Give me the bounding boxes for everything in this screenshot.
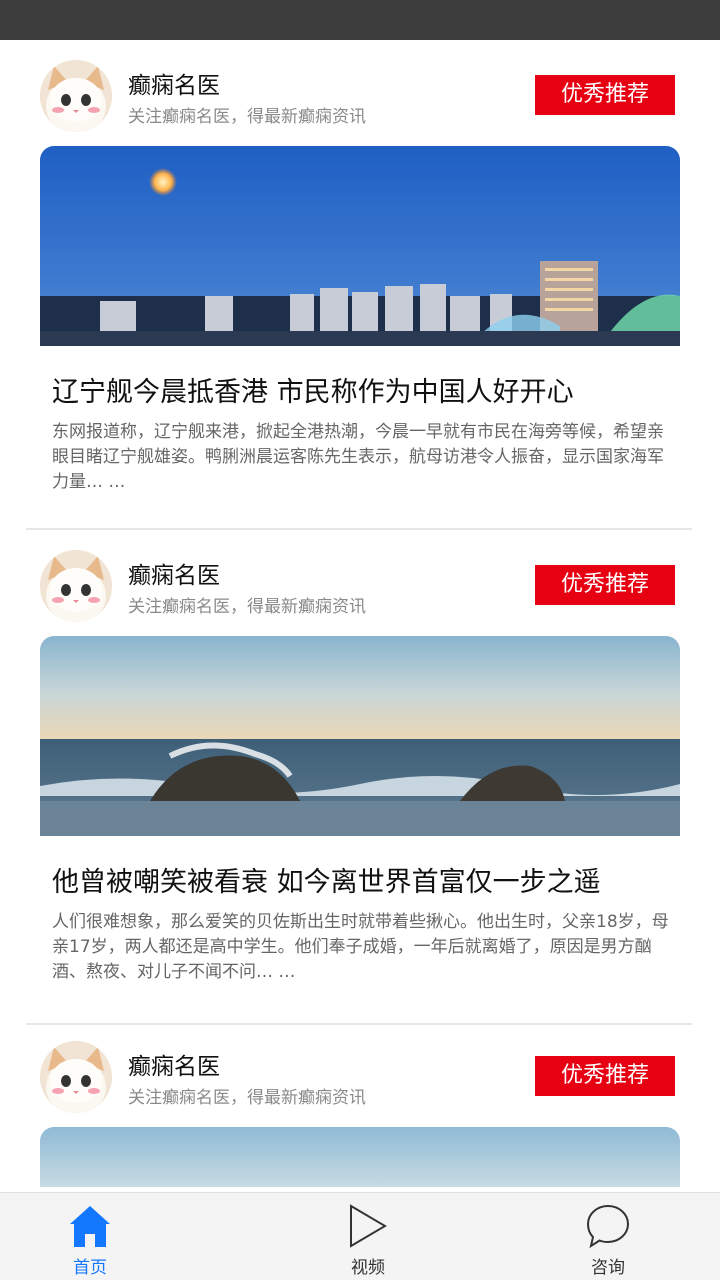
- author-name[interactable]: 癫痫名医: [128, 556, 220, 590]
- news-card[interactable]: 癫痫名医 关注癫痫名医，得最新癫痫资讯 优秀推荐: [0, 40, 720, 530]
- cover-image[interactable]: [40, 636, 680, 836]
- cover-image[interactable]: [40, 1127, 680, 1187]
- news-card[interactable]: 癫痫名医 关注癫痫名医，得最新癫痫资讯 优秀推荐: [0, 530, 720, 1020]
- article-headline[interactable]: 辽宁舰今晨抵香港 市民称作为中国人好开心: [52, 370, 574, 409]
- recommend-badge[interactable]: 优秀推荐: [535, 565, 675, 605]
- avatar[interactable]: [40, 550, 112, 622]
- author-row: 癫痫名医 关注癫痫名医，得最新癫痫资讯 优秀推荐: [40, 60, 680, 132]
- tab-label: 视频: [351, 1258, 385, 1278]
- article-summary: 人们很难想象，那么爱笑的贝佐斯出生时就带着些揪心。他出生时，父亲18岁，母亲17…: [52, 912, 669, 982]
- article-headline[interactable]: 他曾被嘲笑被看衰 如今离世界首富仅一步之遥: [52, 860, 601, 899]
- bottom-tab-bar: 首页 视频 咨询: [0, 1192, 720, 1280]
- play-icon: [350, 1204, 387, 1248]
- news-card[interactable]: 癫痫名医 关注癫痫名医，得最新癫痫资讯 优秀推荐: [0, 1021, 720, 1192]
- author-description: 关注癫痫名医，得最新癫痫资讯: [128, 107, 366, 127]
- status-bar: [0, 0, 720, 40]
- avatar[interactable]: [40, 1041, 112, 1113]
- article-summary: 东网报道称，辽宁舰来港，掀起全港热潮，今晨一早就有市民在海旁等候，希望亲眼目睹辽…: [52, 422, 664, 492]
- tab-label: 首页: [73, 1258, 107, 1278]
- recommend-badge[interactable]: 优秀推荐: [535, 1056, 675, 1096]
- tab-consult[interactable]: 咨询: [546, 1193, 666, 1280]
- author-row: 癫痫名医 关注癫痫名医，得最新癫痫资讯 优秀推荐: [40, 550, 680, 622]
- cover-image[interactable]: [40, 146, 680, 346]
- recommend-badge[interactable]: 优秀推荐: [535, 75, 675, 115]
- news-feed[interactable]: 癫痫名医 关注癫痫名医，得最新癫痫资讯 优秀推荐 辽宁舰今晨抵香港 市民称作为中…: [0, 40, 720, 1192]
- avatar[interactable]: [40, 60, 112, 132]
- tab-video[interactable]: 视频: [306, 1193, 426, 1280]
- author-name[interactable]: 癫痫名医: [128, 66, 220, 100]
- author-description: 关注癫痫名医，得最新癫痫资讯: [128, 1088, 366, 1108]
- home-icon: [70, 1206, 110, 1247]
- author-row: 癫痫名医 关注癫痫名医，得最新癫痫资讯 优秀推荐: [40, 1041, 680, 1113]
- chat-bubble-icon: [586, 1204, 630, 1249]
- tab-home[interactable]: 首页: [28, 1193, 148, 1280]
- author-description: 关注癫痫名医，得最新癫痫资讯: [128, 597, 366, 617]
- tab-label: 咨询: [591, 1258, 625, 1278]
- author-name[interactable]: 癫痫名医: [128, 1047, 220, 1081]
